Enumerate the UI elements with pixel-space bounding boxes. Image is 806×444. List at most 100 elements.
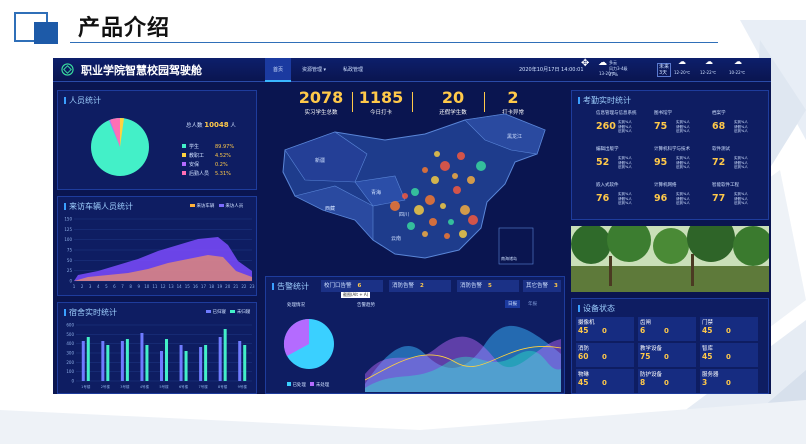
attendance-major: 智能软件工程	[712, 183, 739, 188]
screenshot-tooltip: 截图(Alt + A)	[341, 292, 371, 298]
alarm-campus-gate[interactable]: 校门口告警 6	[321, 280, 383, 292]
y-tick: 50	[67, 258, 73, 263]
device-label: 门禁	[702, 320, 714, 326]
attendance-card: 计算机网络 96 实到%人 请假%人 迟到%人	[654, 183, 698, 221]
x-tick: 6	[113, 284, 116, 289]
tab-yearly[interactable]: 年报	[525, 300, 540, 308]
bar-returned	[81, 341, 85, 381]
y-tick: 100	[66, 369, 74, 374]
device-card[interactable]: 齿闸 6 0	[638, 317, 696, 341]
visitors-legend: 来访车辆 来访人员	[190, 203, 243, 209]
legend-swatch	[182, 144, 186, 148]
stat-value: 1185	[358, 88, 404, 107]
x-tick: 5号楼	[159, 384, 169, 389]
nav-resources[interactable]: 资源管理 ▾	[295, 58, 333, 82]
attendance-sub: 实到%人 请假%人 迟到%人	[734, 120, 748, 133]
campus-photo	[571, 226, 769, 292]
personnel-legend-item: 教职工 4.52%	[182, 152, 231, 159]
legend-swatch	[182, 171, 186, 175]
personnel-legend-item: 安保 0.2%	[182, 161, 228, 168]
device-label: 消防	[578, 346, 590, 352]
device-offline: 0	[602, 353, 607, 361]
stat-value: 2	[507, 88, 519, 107]
device-label: 智库	[702, 346, 714, 352]
x-tick: 3	[89, 284, 92, 289]
map-label-yunnan: 云南	[391, 235, 401, 242]
x-tick: 18	[209, 284, 215, 289]
y-tick: 300	[66, 351, 74, 356]
device-offline: 0	[726, 379, 731, 387]
bar-not-returned	[204, 345, 208, 381]
weather-forecast-label: 未来 3天	[657, 63, 672, 77]
cloud-icon: ☁	[598, 58, 607, 68]
device-offline: 0	[726, 353, 731, 361]
device-card[interactable]: 教学设备 75 0	[638, 343, 696, 367]
legend-swatch-vehicles	[190, 204, 195, 207]
x-tick: 9	[137, 284, 140, 289]
device-card[interactable]: 摄像机 45 0	[576, 317, 634, 341]
legend-swatch	[182, 162, 186, 166]
legend-swatch-unhandled	[310, 382, 315, 386]
legend-swatch	[182, 153, 186, 157]
x-tick: 4	[97, 284, 100, 289]
bar-not-returned	[223, 329, 227, 381]
device-card[interactable]: 智库 45 0	[700, 343, 758, 367]
y-tick: 600	[66, 323, 74, 328]
alarm-status-pie	[283, 318, 334, 369]
alarm-fire-1[interactable]: 消防告警 2	[389, 280, 451, 292]
device-card[interactable]: 服务器 3 0	[700, 369, 758, 393]
attendance-count: 68	[712, 121, 726, 132]
heat-dot	[457, 152, 465, 160]
alarm-fire-2[interactable]: 消防告警 5	[457, 280, 519, 292]
device-card[interactable]: 防护设备 8 0	[638, 369, 696, 393]
alarm-trend-chart	[365, 325, 561, 392]
nav-home[interactable]: 首页	[265, 58, 291, 82]
tab-daily[interactable]: 日报	[505, 300, 520, 308]
device-label: 服务器	[702, 372, 719, 378]
personnel-legend-item: 后勤人员 5.31%	[182, 170, 231, 177]
device-card[interactable]: 门禁 45 0	[700, 317, 758, 341]
x-tick: 15	[185, 284, 191, 289]
weather-icon-3: ☁	[734, 58, 742, 66]
device-offline: 0	[664, 353, 669, 361]
dorm-bar-chart: 600 500 400 300 200 100 0 1号楼 2号楼 3号楼 4号楼 5号楼 6号楼 7号楼…	[66, 323, 252, 389]
y-tick: 150	[64, 217, 72, 222]
x-tick: 7号楼	[198, 384, 208, 389]
x-tick: 12	[160, 284, 166, 289]
x-tick: 13	[169, 284, 175, 289]
device-card[interactable]: 物琳 45 0	[576, 369, 634, 393]
heat-dot	[402, 193, 408, 199]
heat-dot	[429, 218, 437, 226]
stat-value: 2078	[298, 88, 344, 107]
legend-swatch-not-returned	[230, 310, 236, 313]
map-label-xizang: 西藏	[325, 205, 335, 212]
personnel-total: 总人数 10048 人	[186, 121, 236, 129]
alarm-other[interactable]: 其它告警 3	[523, 280, 561, 292]
heat-dot	[460, 205, 470, 215]
device-label: 物琳	[578, 372, 590, 378]
x-tick: 8号楼	[218, 384, 228, 389]
heat-dot	[425, 195, 435, 205]
header-square-filled	[34, 22, 58, 44]
chevron-down-icon: ▾	[323, 67, 327, 73]
move-icon[interactable]: ✥	[581, 59, 589, 69]
visitors-panel: 来访车辆人员统计 来访车辆 来访人员 150 125 100 75 50 25 0 1 2 3 4 5…	[57, 196, 257, 296]
x-tick: 3号楼	[120, 384, 130, 389]
nav-politics[interactable]: 私政管理	[335, 58, 371, 82]
attendance-sub: 实到%人 请假%人 迟到%人	[618, 192, 632, 205]
x-tick: 2号楼	[101, 384, 111, 389]
attendance-sub: 实到%人 请假%人 迟到%人	[734, 156, 748, 169]
attendance-count: 72	[712, 157, 726, 168]
heat-dot	[452, 173, 458, 179]
map-label-heilongjiang: 黑龙江	[507, 133, 522, 140]
attendance-major: 图书馆学	[654, 111, 672, 116]
map-label-sichuan: 四川	[399, 212, 409, 218]
y-tick: 500	[66, 332, 74, 337]
bar-returned	[160, 351, 163, 381]
y-tick: 75	[67, 248, 73, 253]
device-offline: 0	[602, 379, 607, 387]
attendance-card: 图书馆学 75 实到%人 请假%人 迟到%人	[654, 111, 698, 149]
bar-not-returned	[184, 351, 188, 381]
device-label: 防护设备	[640, 372, 663, 378]
device-card[interactable]: 消防 60 0	[576, 343, 634, 367]
